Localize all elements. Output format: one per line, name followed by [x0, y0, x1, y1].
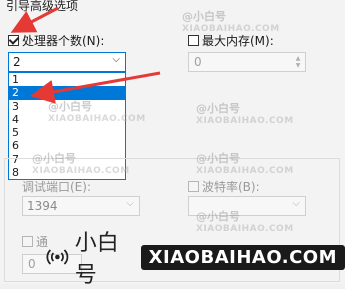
max-memory-label: 最大内存(M): [202, 34, 274, 48]
watermark-url: XIAOBAIHAO.COM [48, 114, 146, 124]
channel-value: 0 [28, 257, 36, 271]
max-memory-input[interactable]: 0 ▲ ▼ [188, 52, 306, 72]
watermark-url: XIAOBAIHAO.COM [196, 116, 294, 126]
processors-option[interactable]: 5 [9, 126, 125, 139]
processors-option[interactable]: 3 [9, 100, 125, 113]
processors-option[interactable]: 1 [9, 73, 125, 86]
spinner-arrows-icon[interactable]: ▲ ▼ [293, 55, 303, 69]
debug-port-select[interactable]: 1394 ⌵ [22, 196, 140, 216]
footer-brand-text: 小白号 [74, 231, 119, 288]
signal-waves-icon [46, 249, 69, 265]
processors-label: 处理器个数(N): [22, 34, 105, 48]
watermark-brand: @小白号 [182, 10, 226, 23]
watermark-url: XIAOBAIHAO.COM [32, 166, 130, 176]
baud-rate-label: 波特率(B): [202, 180, 260, 194]
watermark-url: XIAOBAIHAO.COM [196, 166, 294, 176]
max-memory-checkbox[interactable] [188, 35, 199, 46]
processors-selected-value: 2 [13, 55, 21, 69]
channel-checkbox[interactable] [22, 236, 33, 247]
chevron-down-icon: ⌵ [292, 198, 300, 209]
processors-checkbox[interactable] [8, 35, 19, 46]
max-memory-value: 0 [194, 55, 202, 69]
footer-brand-url: XIAOBAIHAO.COM [140, 244, 345, 270]
debug-port-value: 1394 [27, 199, 58, 213]
processors-select[interactable]: 2 ⌵ [8, 52, 126, 72]
baud-rate-checkbox[interactable] [188, 181, 199, 192]
processors-option-selected[interactable]: 2 [9, 86, 125, 100]
chevron-down-icon: ⌵ [112, 54, 120, 65]
watermark-brand: @小白号 [196, 102, 240, 115]
watermark-url: XIAOBAIHAO.COM [182, 24, 280, 34]
dialog-title: 引导高级选项 [6, 0, 79, 13]
footer-watermark: 小白号 XIAOBAIHAO.COM [46, 231, 345, 288]
debug-port-label: 调试端口(E): [22, 180, 91, 194]
watermark-url: XIAOBAIHAO.COM [196, 224, 294, 234]
boot-advanced-options-dialog: 引导高级选项 处理器个数(N): 2 ⌵ 1 2 3 4 5 6 7 8 最大内… [0, 0, 345, 288]
processors-option[interactable]: 6 [9, 139, 125, 152]
baud-rate-select[interactable]: ⌵ [188, 196, 306, 216]
chevron-down-icon: ⌵ [126, 198, 134, 209]
